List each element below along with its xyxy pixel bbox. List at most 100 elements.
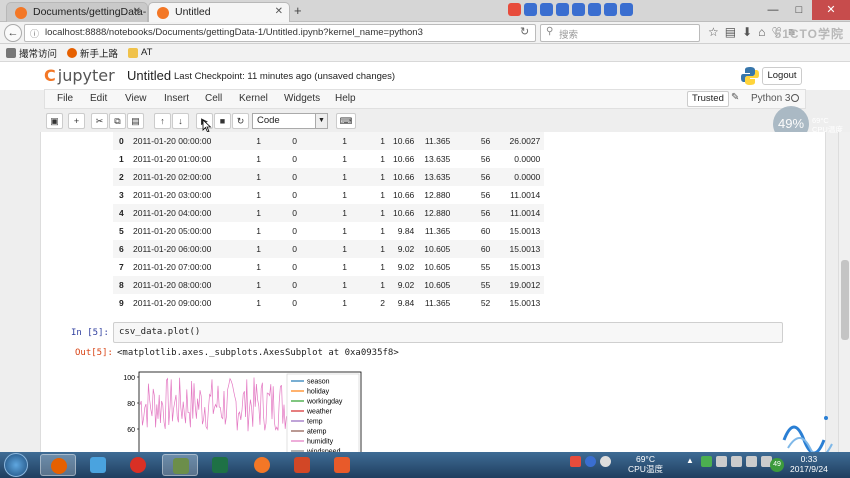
notebook-name[interactable]: Untitled [127,68,171,83]
table-cell: 1 [256,226,261,236]
reading-list-icon[interactable]: ▤ [725,25,736,39]
checkpoint-status: Last Checkpoint: 11 minutes ago (unsaved… [174,71,396,82]
home-icon[interactable]: ⌂ [758,25,765,39]
start-button[interactable] [4,453,28,477]
sogou-tray-icon[interactable] [570,456,581,467]
arrow-up-icon[interactable]: ▲ [686,456,697,467]
edit-pencil-icon[interactable]: ✎ [731,92,739,103]
cell-type-value: Code [257,115,280,126]
minimize-icon[interactable]: — [760,0,786,20]
bookmark-item[interactable]: 新手上路 [67,46,118,60]
menu-edit[interactable]: Edit [90,93,107,104]
bookmark-item[interactable]: AT [128,47,152,58]
menu-view[interactable]: View [125,93,147,104]
table-row: 7 2011-01-20 07:00:00 1 0 1 1 9.02 10.605 55 15.0… [113,258,544,276]
table-cell: 56 [480,190,491,200]
tools-icon[interactable] [620,3,633,16]
assistant-wave-icon[interactable] [780,410,836,454]
y-tick-label: 80 [127,401,135,408]
shield-icon[interactable] [701,456,712,467]
table-cell: 1 [227,132,265,150]
menu-cell[interactable]: Cell [205,93,222,104]
taskbar-chrome[interactable] [120,454,156,476]
download-icon[interactable]: ⬇ [742,25,752,39]
menu-file[interactable]: File [57,93,73,104]
close-window-icon[interactable]: ✕ [812,0,850,20]
menu-kernel[interactable]: Kernel [239,93,268,104]
reload-icon[interactable]: ↻ [520,25,529,38]
close-tab-icon[interactable]: ✕ [133,6,141,17]
table-cell: 19.0012 [494,276,545,294]
search-input[interactable]: ⚲ 搜索 [540,24,700,42]
cell-type-select[interactable]: Code ▼ [252,113,328,129]
bookmark-label: AT [141,47,153,58]
close-tab-icon[interactable]: ✕ [275,6,283,17]
maximize-icon[interactable]: □ [786,0,812,20]
emoji-icon[interactable] [556,3,569,16]
table-cell: 11.0014 [494,204,545,222]
cut-icon[interactable]: ✂ [91,113,108,129]
table-cell: 1 [380,262,385,272]
help-tray-icon[interactable] [585,456,596,467]
tab-untitled[interactable]: Untitled ✕ [148,2,290,22]
lang-icon[interactable] [524,3,537,16]
paste-icon[interactable]: ▤ [127,113,144,129]
taskbar-jupyter[interactable] [244,454,280,476]
back-button[interactable]: ← [4,24,22,42]
search-placeholder: 搜索 [559,30,579,41]
table-cell: 2011-01-20 07:00:00 [133,262,212,272]
search-icon: ⚲ [546,26,554,37]
taskbar-clock[interactable]: 0:33 2017/9/24 [790,454,828,474]
cpu-temp-tray[interactable]: 69°C CPU温度 [628,454,663,474]
mic-icon[interactable] [572,3,585,16]
copy-icon[interactable]: ⧉ [109,113,126,129]
taskbar-recorder[interactable] [324,454,360,476]
taskbar-firefox[interactable] [40,454,76,476]
menu-insert[interactable]: Insert [164,93,189,104]
table-cell: 0 [265,276,301,294]
bookmark-item[interactable]: 撮常访问 [6,46,57,60]
taskbar-app[interactable] [162,454,198,476]
code-cell-input[interactable]: csv_data.plot() [113,322,783,343]
interrupt-icon[interactable]: ■ [214,113,231,129]
tab-documents[interactable]: Documents/gettingData-1/ ✕ [6,2,148,22]
signal-icon[interactable] [746,456,757,467]
table-cell: 1 [227,240,265,258]
table-cell: 26.0027 [494,132,545,150]
bookmark-label: 新手上路 [80,48,119,60]
taskbar-powerpoint[interactable] [284,454,320,476]
jupyter-menubar: File Edit View Insert Cell Kernel Widget… [44,89,806,109]
menu-help[interactable]: Help [335,93,356,104]
punct-icon[interactable] [540,3,553,16]
move-down-icon[interactable]: ↓ [172,113,189,129]
keyboard-icon[interactable] [588,3,601,16]
skin-icon[interactable] [604,3,617,16]
insert-cell-icon[interactable]: + [68,113,85,129]
table-cell: 1 [301,240,351,258]
scrollbar[interactable] [838,132,850,452]
menu-widgets[interactable]: Widgets [284,93,320,104]
table-cell: 1 [342,190,347,200]
save-icon[interactable]: ▣ [46,113,63,129]
code-text: csv_data.plot() [119,327,201,337]
restart-icon[interactable]: ↻ [232,113,249,129]
display-icon[interactable] [731,456,742,467]
logout-button[interactable]: Logout [762,67,802,85]
clock-tray-icon[interactable] [600,456,611,467]
jupyter-toolbar: ▣ + ✂ ⧉ ▤ ↑ ↓ ▶ ■ ↻ Code ▼ ⌨ [44,111,806,131]
bookmark-star-icon[interactable]: ☆ [708,25,719,39]
new-tab-button[interactable]: + [294,3,302,18]
info-icon[interactable]: ⓘ [30,27,39,40]
taskbar-excel[interactable] [202,454,238,476]
url-bar[interactable]: ⓘ localhost:8888/notebooks/Documents/get… [24,24,536,42]
tray-badge[interactable]: 49 [770,458,784,472]
move-up-icon[interactable]: ↑ [154,113,171,129]
trusted-indicator[interactable]: Trusted [687,91,729,107]
scrollbar-thumb[interactable] [841,260,849,340]
sogou-icon[interactable] [508,3,521,16]
taskbar-network[interactable] [80,454,116,476]
tray-app-icon[interactable] [716,456,727,467]
jupyter-logo[interactable]: Cjupyter [44,66,115,85]
command-palette-icon[interactable]: ⌨ [336,113,356,129]
table-cell: 15.0013 [509,226,541,236]
